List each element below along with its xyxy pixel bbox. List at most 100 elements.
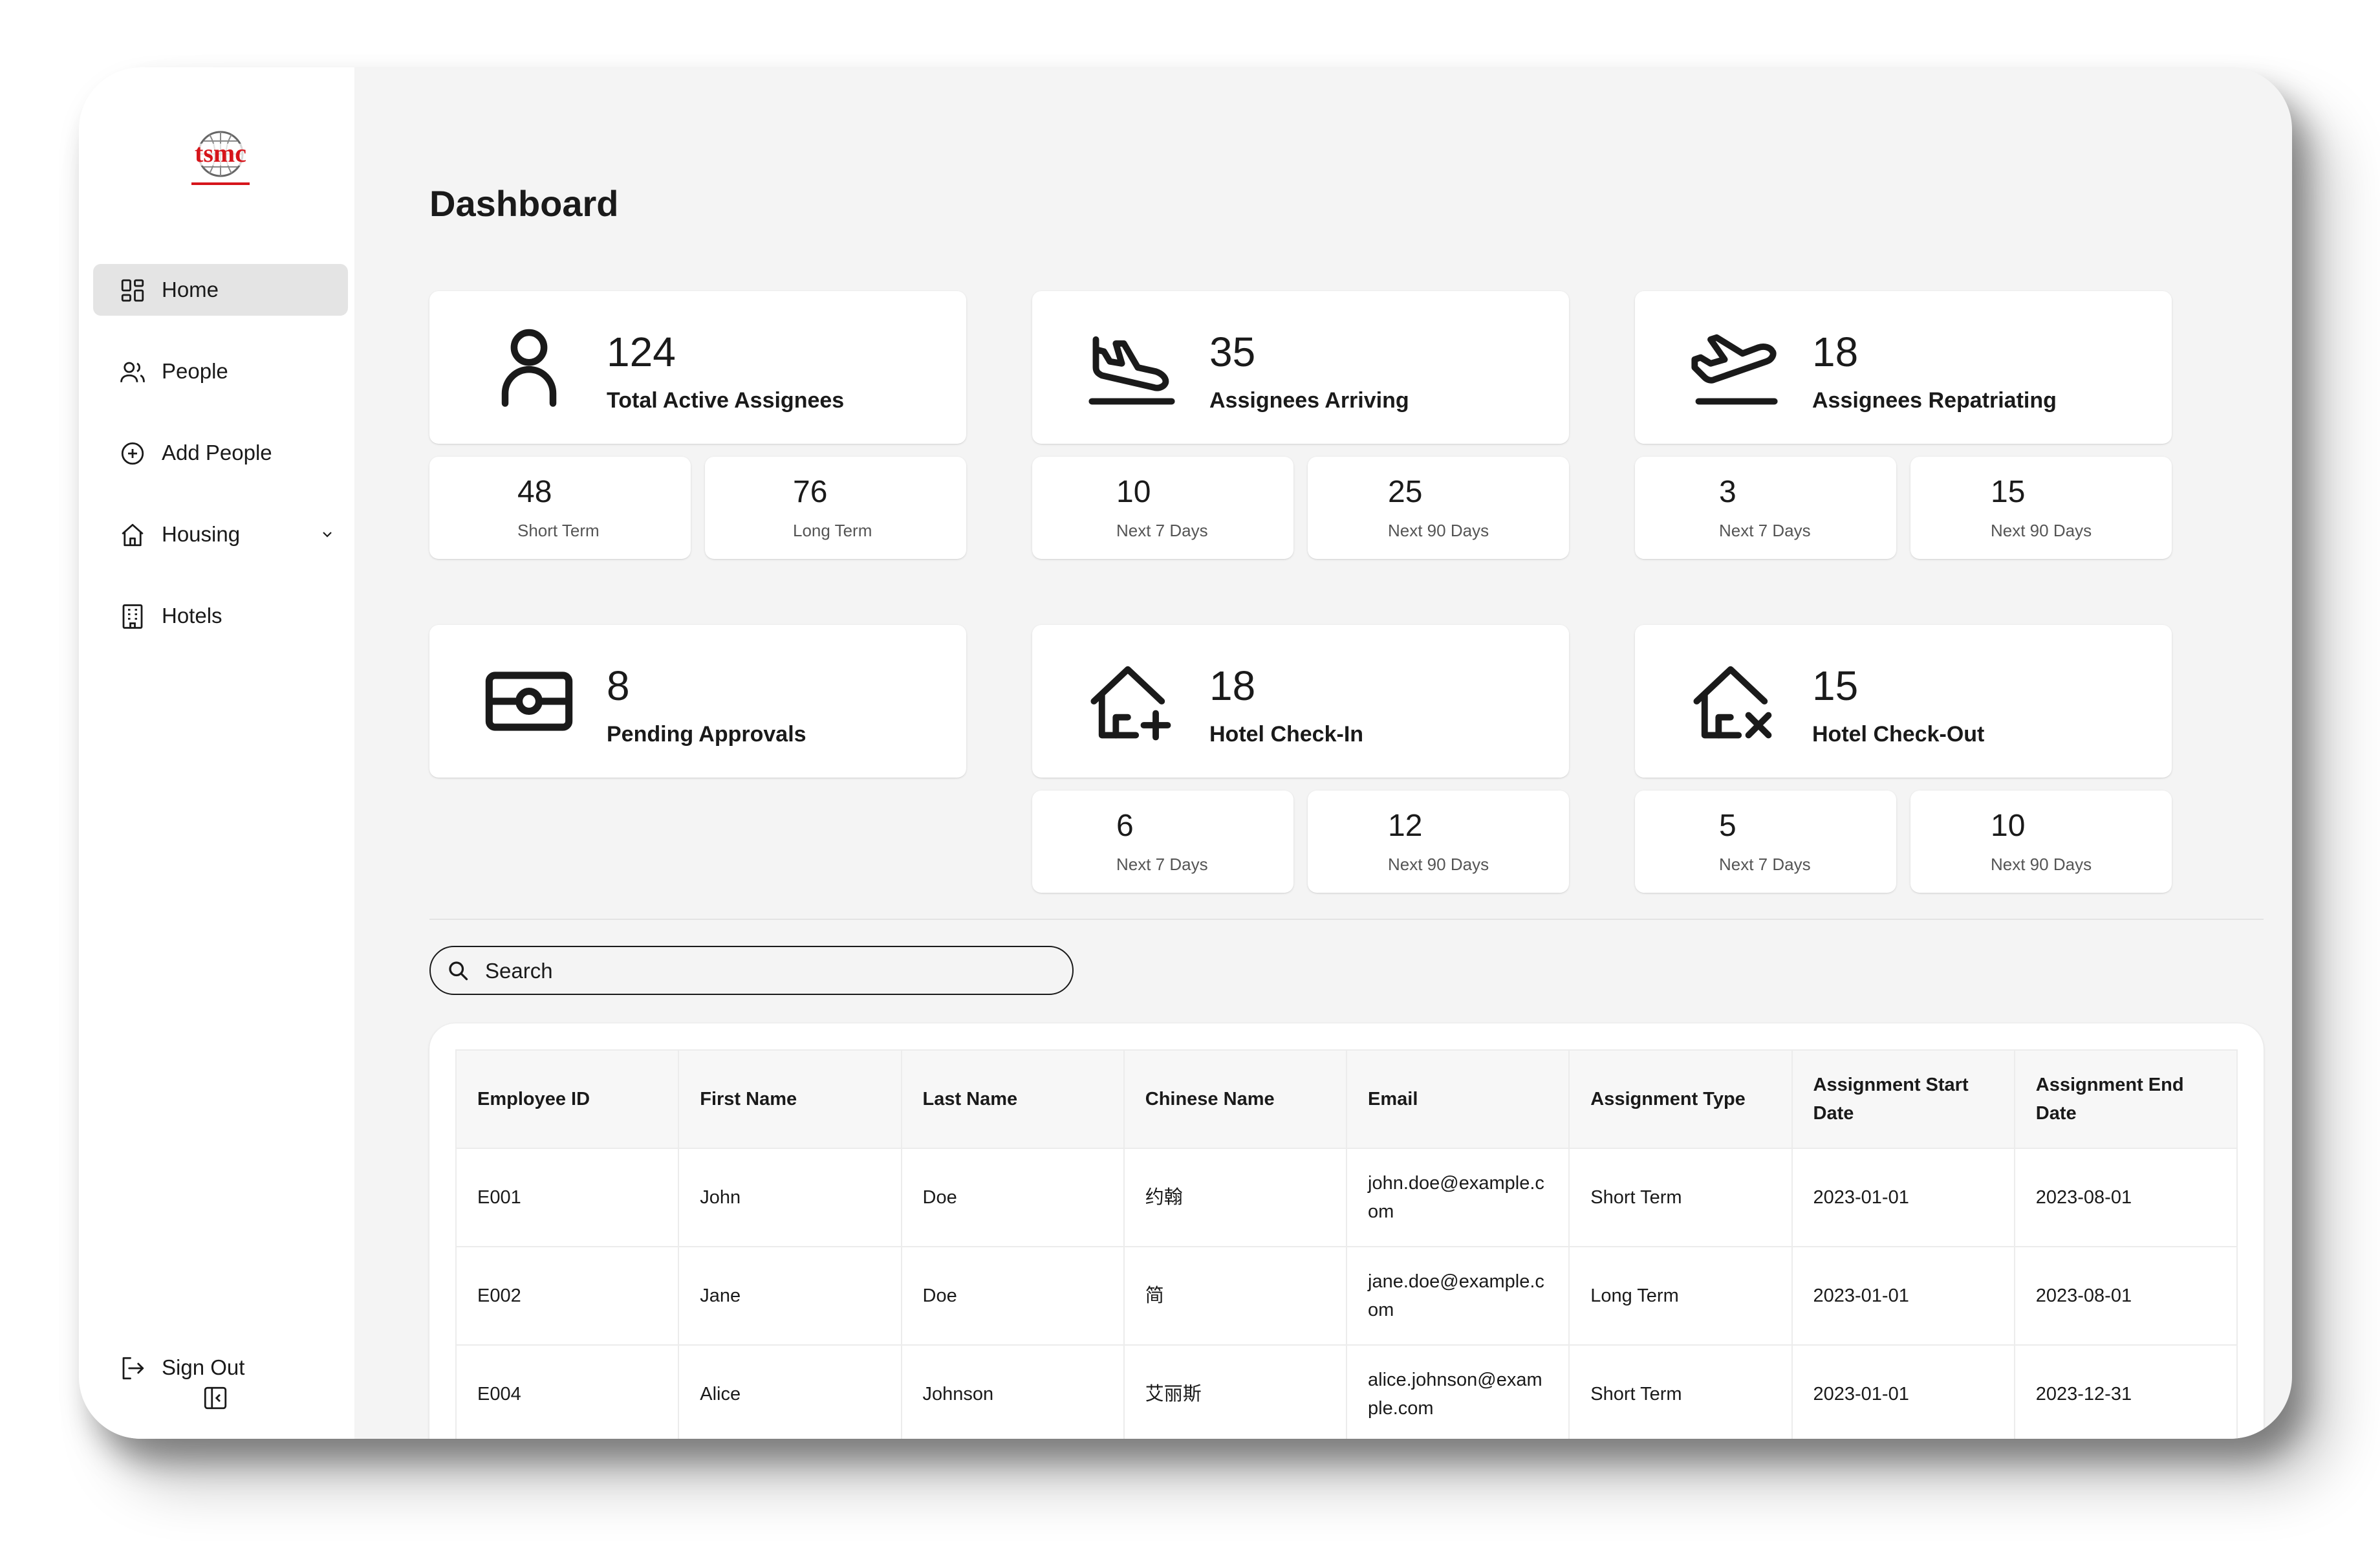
stat-card-hotel-check-in[interactable]: 18 Hotel Check-In (1032, 625, 1569, 778)
column-header[interactable]: First Name (678, 1049, 902, 1149)
chevron-down-icon[interactable] (319, 527, 335, 542)
plus-circle-icon (121, 442, 144, 465)
stat-sub-value: 25 (1388, 475, 1423, 509)
house-x-icon (1693, 666, 1772, 739)
table-cell: E001 (455, 1148, 680, 1247)
table-cell: 2023-08-01 (2013, 1246, 2238, 1346)
table-row[interactable]: E001 John Doe 约翰 john.doe@example.com Sh… (455, 1148, 2238, 1247)
stat-subcard[interactable]: 15 Next 90 Days (1910, 457, 2172, 559)
table-cell: 艾丽斯 (1123, 1344, 1348, 1439)
search-input[interactable]: Search (429, 946, 1074, 995)
assignees-table-panel: Employee ID First Name Last Name Chinese… (429, 1023, 2264, 1439)
stat-card-repatriating[interactable]: 18 Assignees Repatriating (1635, 291, 2172, 444)
table-cell: 简 (1123, 1246, 1348, 1346)
sidebar-item-hotels[interactable]: Hotels (93, 590, 348, 642)
dashboard-icon (121, 279, 144, 302)
stat-label: Pending Approvals (607, 722, 806, 747)
person-icon (501, 329, 557, 407)
stat-value: 18 (1812, 329, 1859, 375)
tsmc-logo[interactable]: tsmc (182, 127, 259, 191)
stat-subcard[interactable]: 6 Next 7 Days (1032, 791, 1293, 893)
stat-subcard[interactable]: 3 Next 7 Days (1635, 457, 1896, 559)
stat-sub-value: 12 (1388, 809, 1423, 843)
table-cell: Doe (900, 1148, 1125, 1247)
stat-subcard[interactable]: 25 Next 90 Days (1308, 457, 1569, 559)
sidebar-item-label: Add People (162, 441, 272, 464)
stat-sub-value: 76 (793, 475, 828, 509)
column-header[interactable]: Employee ID (455, 1049, 680, 1149)
table-cell: jane.doe@example.com (1345, 1246, 1570, 1346)
assignees-table: Employee ID First Name Last Name Chinese… (455, 1049, 2238, 1439)
table-cell: Short Term (1568, 1148, 1793, 1247)
search-icon (449, 961, 468, 981)
column-header[interactable]: Email (1345, 1049, 1570, 1149)
stat-label: Total Active Assignees (607, 388, 845, 413)
stat-sub-value: 10 (1991, 809, 2026, 843)
main-content: Dashboard 124 Total Active Assignees 48 … (354, 67, 2292, 1439)
column-header[interactable]: Assignment Type (1568, 1049, 1793, 1149)
column-header[interactable]: Assignment Start Date (1791, 1049, 2015, 1149)
table-header-row: Employee ID First Name Last Name Chinese… (455, 1049, 2238, 1149)
section-divider (429, 919, 2264, 920)
table-cell: E002 (455, 1246, 680, 1346)
stat-sub-label: Long Term (793, 521, 872, 540)
stat-value: 8 (607, 662, 630, 709)
stat-value: 18 (1209, 662, 1256, 709)
table-cell: john.doe@example.com (1345, 1148, 1570, 1247)
app-window: tsmc Home People Add People Housing Hote… (79, 67, 2292, 1439)
table-cell: 2023-01-01 (1791, 1246, 2015, 1346)
stat-subcard[interactable]: 76 Long Term (705, 457, 966, 559)
stat-value: 124 (607, 329, 676, 375)
sign-out-icon (122, 1357, 144, 1380)
search-placeholder: Search (485, 959, 553, 983)
stat-subcard[interactable]: 10 Next 7 Days (1032, 457, 1293, 559)
stat-label: Hotel Check-Out (1812, 722, 1985, 747)
stat-subcard[interactable]: 48 Short Term (429, 457, 691, 559)
table-cell: Jane (678, 1246, 902, 1346)
stat-subcard[interactable]: 10 Next 90 Days (1910, 791, 2172, 893)
stat-card-hotel-check-out[interactable]: 15 Hotel Check-Out (1635, 625, 2172, 778)
sidebar-item-people[interactable]: People (93, 345, 348, 397)
table-row[interactable]: E004 Alice Johnson 艾丽斯 alice.johnson@exa… (455, 1344, 2238, 1439)
table-cell: Short Term (1568, 1344, 1793, 1439)
stat-sub-label: Next 90 Days (1991, 855, 2092, 874)
stat-sub-label: Next 90 Days (1991, 521, 2092, 540)
house-icon (122, 523, 144, 547)
cash-icon (485, 672, 573, 731)
stat-value: 35 (1209, 329, 1256, 375)
stat-label: Hotel Check-In (1209, 722, 1364, 747)
sign-out-label: Sign Out (162, 1355, 245, 1379)
page-title: Dashboard (429, 183, 619, 224)
stat-sub-label: Next 90 Days (1388, 855, 1489, 874)
table-cell: 约翰 (1123, 1148, 1348, 1247)
stat-label: Assignees Arriving (1209, 388, 1409, 413)
table-cell: 2023-12-31 (2013, 1344, 2238, 1439)
table-cell: Long Term (1568, 1246, 1793, 1346)
stat-sub-value: 15 (1991, 475, 2026, 509)
sidebar-item-add-people[interactable]: Add People (93, 427, 348, 479)
sidebar-item-label: People (162, 359, 228, 383)
sidebar-item-housing[interactable]: Housing (93, 508, 348, 560)
table-cell: alice.johnson@example.com (1345, 1344, 1570, 1439)
sidebar-collapse-icon[interactable] (202, 1384, 229, 1412)
table-cell: 2023-01-01 (1791, 1344, 2015, 1439)
stat-subcard[interactable]: 5 Next 7 Days (1635, 791, 1896, 893)
table-cell: John (678, 1148, 902, 1247)
table-cell: Johnson (900, 1344, 1125, 1439)
users-icon (120, 362, 145, 382)
plane-takeoff-icon (1691, 334, 1778, 405)
sidebar-item-label: Home (162, 278, 219, 301)
column-header[interactable]: Assignment End Date (2013, 1049, 2238, 1149)
column-header[interactable]: Last Name (900, 1049, 1125, 1149)
table-row[interactable]: E002 Jane Doe 简 jane.doe@example.com Lon… (455, 1246, 2238, 1346)
stat-card-pending-approvals[interactable]: 8 Pending Approvals (429, 625, 966, 778)
sidebar-item-home[interactable]: Home (93, 264, 348, 316)
stat-card-arriving[interactable]: 35 Assignees Arriving (1032, 291, 1569, 444)
building-icon (122, 604, 143, 629)
sidebar-item-label: Housing (162, 522, 241, 546)
stat-subcard[interactable]: 12 Next 90 Days (1308, 791, 1569, 893)
sidebar-item-label: Hotels (162, 604, 222, 628)
stat-card-active-assignees[interactable]: 124 Total Active Assignees (429, 291, 966, 444)
plane-landing-icon (1088, 336, 1175, 405)
column-header[interactable]: Chinese Name (1123, 1049, 1348, 1149)
